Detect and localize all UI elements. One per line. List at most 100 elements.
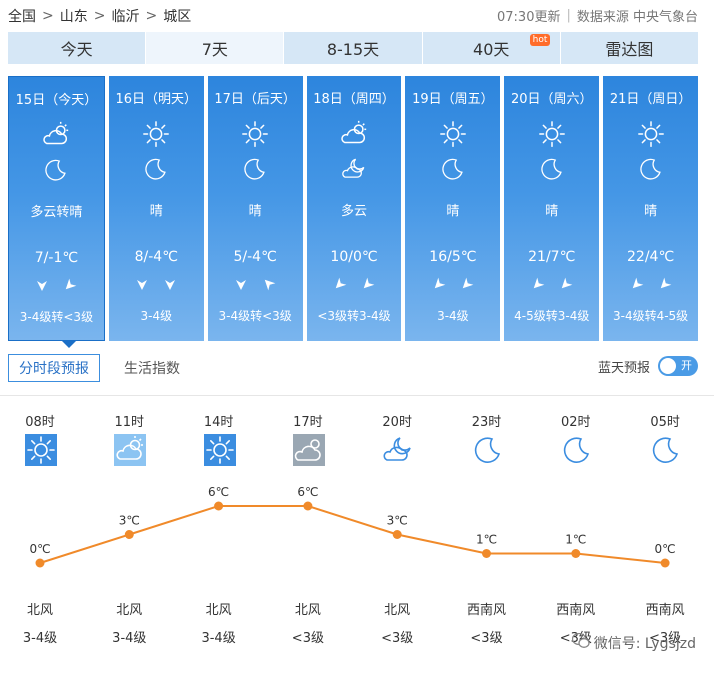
tab-today[interactable]: 今天 <box>8 32 147 64</box>
partly-cloudy-icon <box>114 434 147 466</box>
day-card[interactable]: 15日（今天） 多云转晴 7/-1℃ 3-4级转<3级 <box>8 76 105 341</box>
moon-icon <box>539 156 565 182</box>
source-separator: | <box>566 8 571 23</box>
hour-wind-direction: 西南风 <box>645 603 685 618</box>
tab-40days[interactable]: 40天 hot <box>422 32 561 64</box>
source-text: 数据来源 中央气象台 <box>576 10 698 25</box>
tab-hourly-forecast[interactable]: 分时段预报 <box>8 354 100 382</box>
day-wind-level: 3-4级 <box>140 309 173 323</box>
sun-icon <box>537 119 567 149</box>
watermark: 微信号: Lygsjzd <box>571 632 696 653</box>
day-wind-level: 3-4级转<3级 <box>19 310 94 324</box>
tab-label: 今天 <box>60 40 93 59</box>
wind-direction <box>9 277 104 291</box>
day-temperature: 5/-4℃ <box>233 249 277 265</box>
tab-life-index[interactable]: 生活指数 <box>114 355 190 381</box>
temperature-point <box>214 501 224 511</box>
hour-time: 02时 <box>561 415 591 430</box>
temperature-label: 3℃ <box>119 514 140 528</box>
tab-label: 雷达图 <box>605 40 654 59</box>
wind-arrow-icon <box>531 276 545 290</box>
moon-icon <box>440 156 466 182</box>
wind-arrow-icon <box>630 276 644 290</box>
day-date: 20日（周六） <box>510 92 593 107</box>
day-condition: 多云 <box>341 204 368 219</box>
watermark-text: 微信号: Lygsjzd <box>593 636 696 652</box>
temperature-point <box>303 501 313 511</box>
blue-sky-label: 蓝天预报 <box>597 360 650 376</box>
day-temperature: 16/5℃ <box>429 249 477 265</box>
temperature-point <box>482 549 491 558</box>
day-date: 16日（明天） <box>115 92 198 107</box>
moon-icon <box>242 156 268 182</box>
hour-wind-level: 3-4级 <box>22 631 58 646</box>
blue-sky-forecast: 蓝天预报 开 <box>598 356 698 376</box>
breadcrumb-country[interactable]: 全国 <box>8 6 36 26</box>
hour-wind-direction: 西南风 <box>466 603 506 618</box>
cloudy-icon <box>292 434 325 466</box>
wind-direction <box>109 276 204 290</box>
breadcrumb-city[interactable]: 临沂 <box>111 6 139 26</box>
day-temperature: 7/-1℃ <box>34 250 79 266</box>
day-temperature: 21/7℃ <box>528 249 576 265</box>
tab-7days[interactable]: 7天 <box>146 32 285 64</box>
temperature-label: 0℃ <box>29 542 50 556</box>
day-card[interactable]: 18日（周四） 多云 10/0℃ <3级转3-4级 <box>306 76 402 341</box>
wind-arrow-icon <box>63 277 77 291</box>
toggle-label: 开 <box>681 359 692 372</box>
hour-wind-direction: 北风 <box>116 603 143 618</box>
wind-arrow-icon <box>262 276 276 291</box>
tab-8-15days[interactable]: 8-15天 <box>284 32 423 64</box>
wechat-icon <box>571 632 590 653</box>
day-condition: 晴 <box>248 204 262 219</box>
day-date: 17日（后天） <box>214 92 296 107</box>
temperature-label: 6℃ <box>208 485 229 499</box>
hot-badge: hot <box>529 34 551 46</box>
update-time: 07:30更新 <box>497 10 561 25</box>
day-card[interactable]: 20日（周六） 晴 21/7℃ 4-5级转3-4级 <box>504 76 600 341</box>
temperature-point <box>35 558 45 568</box>
day-wind-level: 3-4级转4-5级 <box>612 309 689 323</box>
data-source: 07:30更新 | 数据来源 中央气象台 <box>497 6 698 25</box>
hour-time: 08时 <box>25 415 55 430</box>
cloudy-night-icon <box>382 434 414 466</box>
hour-wind-direction: 北风 <box>205 603 232 618</box>
day-card[interactable]: 17日（后天） 晴 5/-4℃ 3-4级转<3级 <box>207 76 303 341</box>
day-date: 19日（周五） <box>412 92 494 107</box>
tab-radar[interactable]: 雷达图 <box>560 32 699 64</box>
day-condition: 多云转晴 <box>30 205 83 220</box>
wind-arrow-icon <box>234 276 248 290</box>
hour-wind-level: <3级 <box>470 631 503 646</box>
day-card[interactable]: 16日（明天） 晴 8/-4℃ 3-4级 <box>108 76 204 341</box>
hour-time: 20时 <box>382 415 412 430</box>
blue-sky-toggle[interactable]: 开 <box>658 356 698 376</box>
temperature-point <box>124 530 134 539</box>
temperature-point <box>660 558 670 568</box>
day-card[interactable]: 19日（周五） 晴 16/5℃ 3-4级 <box>405 76 501 341</box>
breadcrumb-province[interactable]: 山东 <box>60 6 88 26</box>
day-card[interactable]: 21日（周日） 晴 22/4℃ 3-4级转4-5级 <box>603 76 699 341</box>
moon-icon <box>650 434 682 466</box>
hour-wind-level: <3级 <box>381 631 414 646</box>
cloudy-night-icon <box>341 156 367 182</box>
sun-icon <box>438 119 468 149</box>
day-temperature: 22/4℃ <box>627 249 675 265</box>
day-condition: 晴 <box>644 204 658 219</box>
hour-time: 17时 <box>293 415 323 430</box>
hour-wind-level: 3-4级 <box>201 631 236 646</box>
breadcrumb-separator: > <box>42 8 54 24</box>
hour-wind-level: 3-4级 <box>112 631 147 646</box>
moon-icon <box>638 156 664 182</box>
hour-wind-direction: 北风 <box>294 603 321 618</box>
wind-arrow-icon <box>361 276 375 290</box>
hour-time: 11时 <box>114 415 145 430</box>
wind-arrow-icon <box>333 276 347 290</box>
temperature-label: 0℃ <box>655 542 676 556</box>
wind-direction <box>504 276 599 290</box>
hour-wind-direction: 西南风 <box>556 603 596 618</box>
day-date: 21日（周日） <box>609 92 692 107</box>
partly-cloudy-icon <box>41 120 71 150</box>
breadcrumb-separator: > <box>93 8 106 24</box>
hour-time: 23时 <box>471 415 502 430</box>
temperature-point <box>571 549 581 558</box>
